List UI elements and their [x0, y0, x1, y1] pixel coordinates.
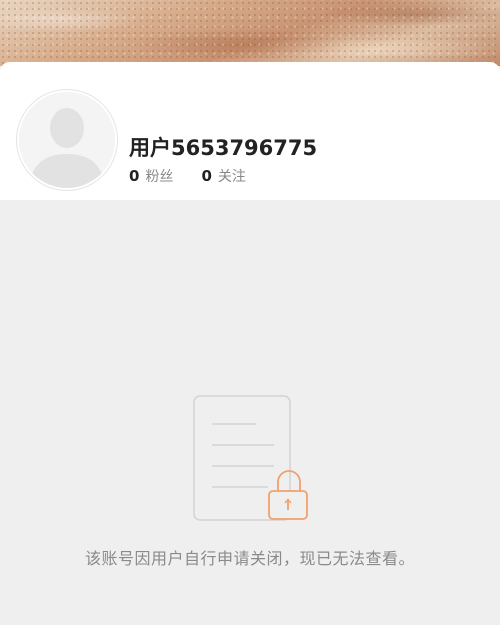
account-closed-message: 该账号因用户自行申请关闭，现已无法查看。 — [84, 549, 415, 568]
default-user-icon — [19, 92, 115, 188]
followers-label: 粉丝 — [145, 169, 174, 185]
document-lock-icon — [193, 395, 308, 521]
followers-stat[interactable]: 0 粉丝 — [129, 166, 173, 186]
cover-banner — [0, 0, 500, 66]
account-closed-panel: 该账号因用户自行申请关闭，现已无法查看。 — [0, 200, 500, 625]
username: 用户5653796775 — [129, 136, 318, 160]
profile-header: 用户5653796775 0 粉丝 0 关注 — [0, 62, 500, 200]
avatar[interactable] — [17, 90, 117, 190]
following-count: 0 — [201, 167, 212, 185]
followers-count: 0 — [129, 167, 140, 185]
following-label: 关注 — [217, 169, 246, 185]
follow-stats: 0 粉丝 0 关注 — [129, 166, 246, 186]
following-stat[interactable]: 0 关注 — [201, 166, 245, 186]
